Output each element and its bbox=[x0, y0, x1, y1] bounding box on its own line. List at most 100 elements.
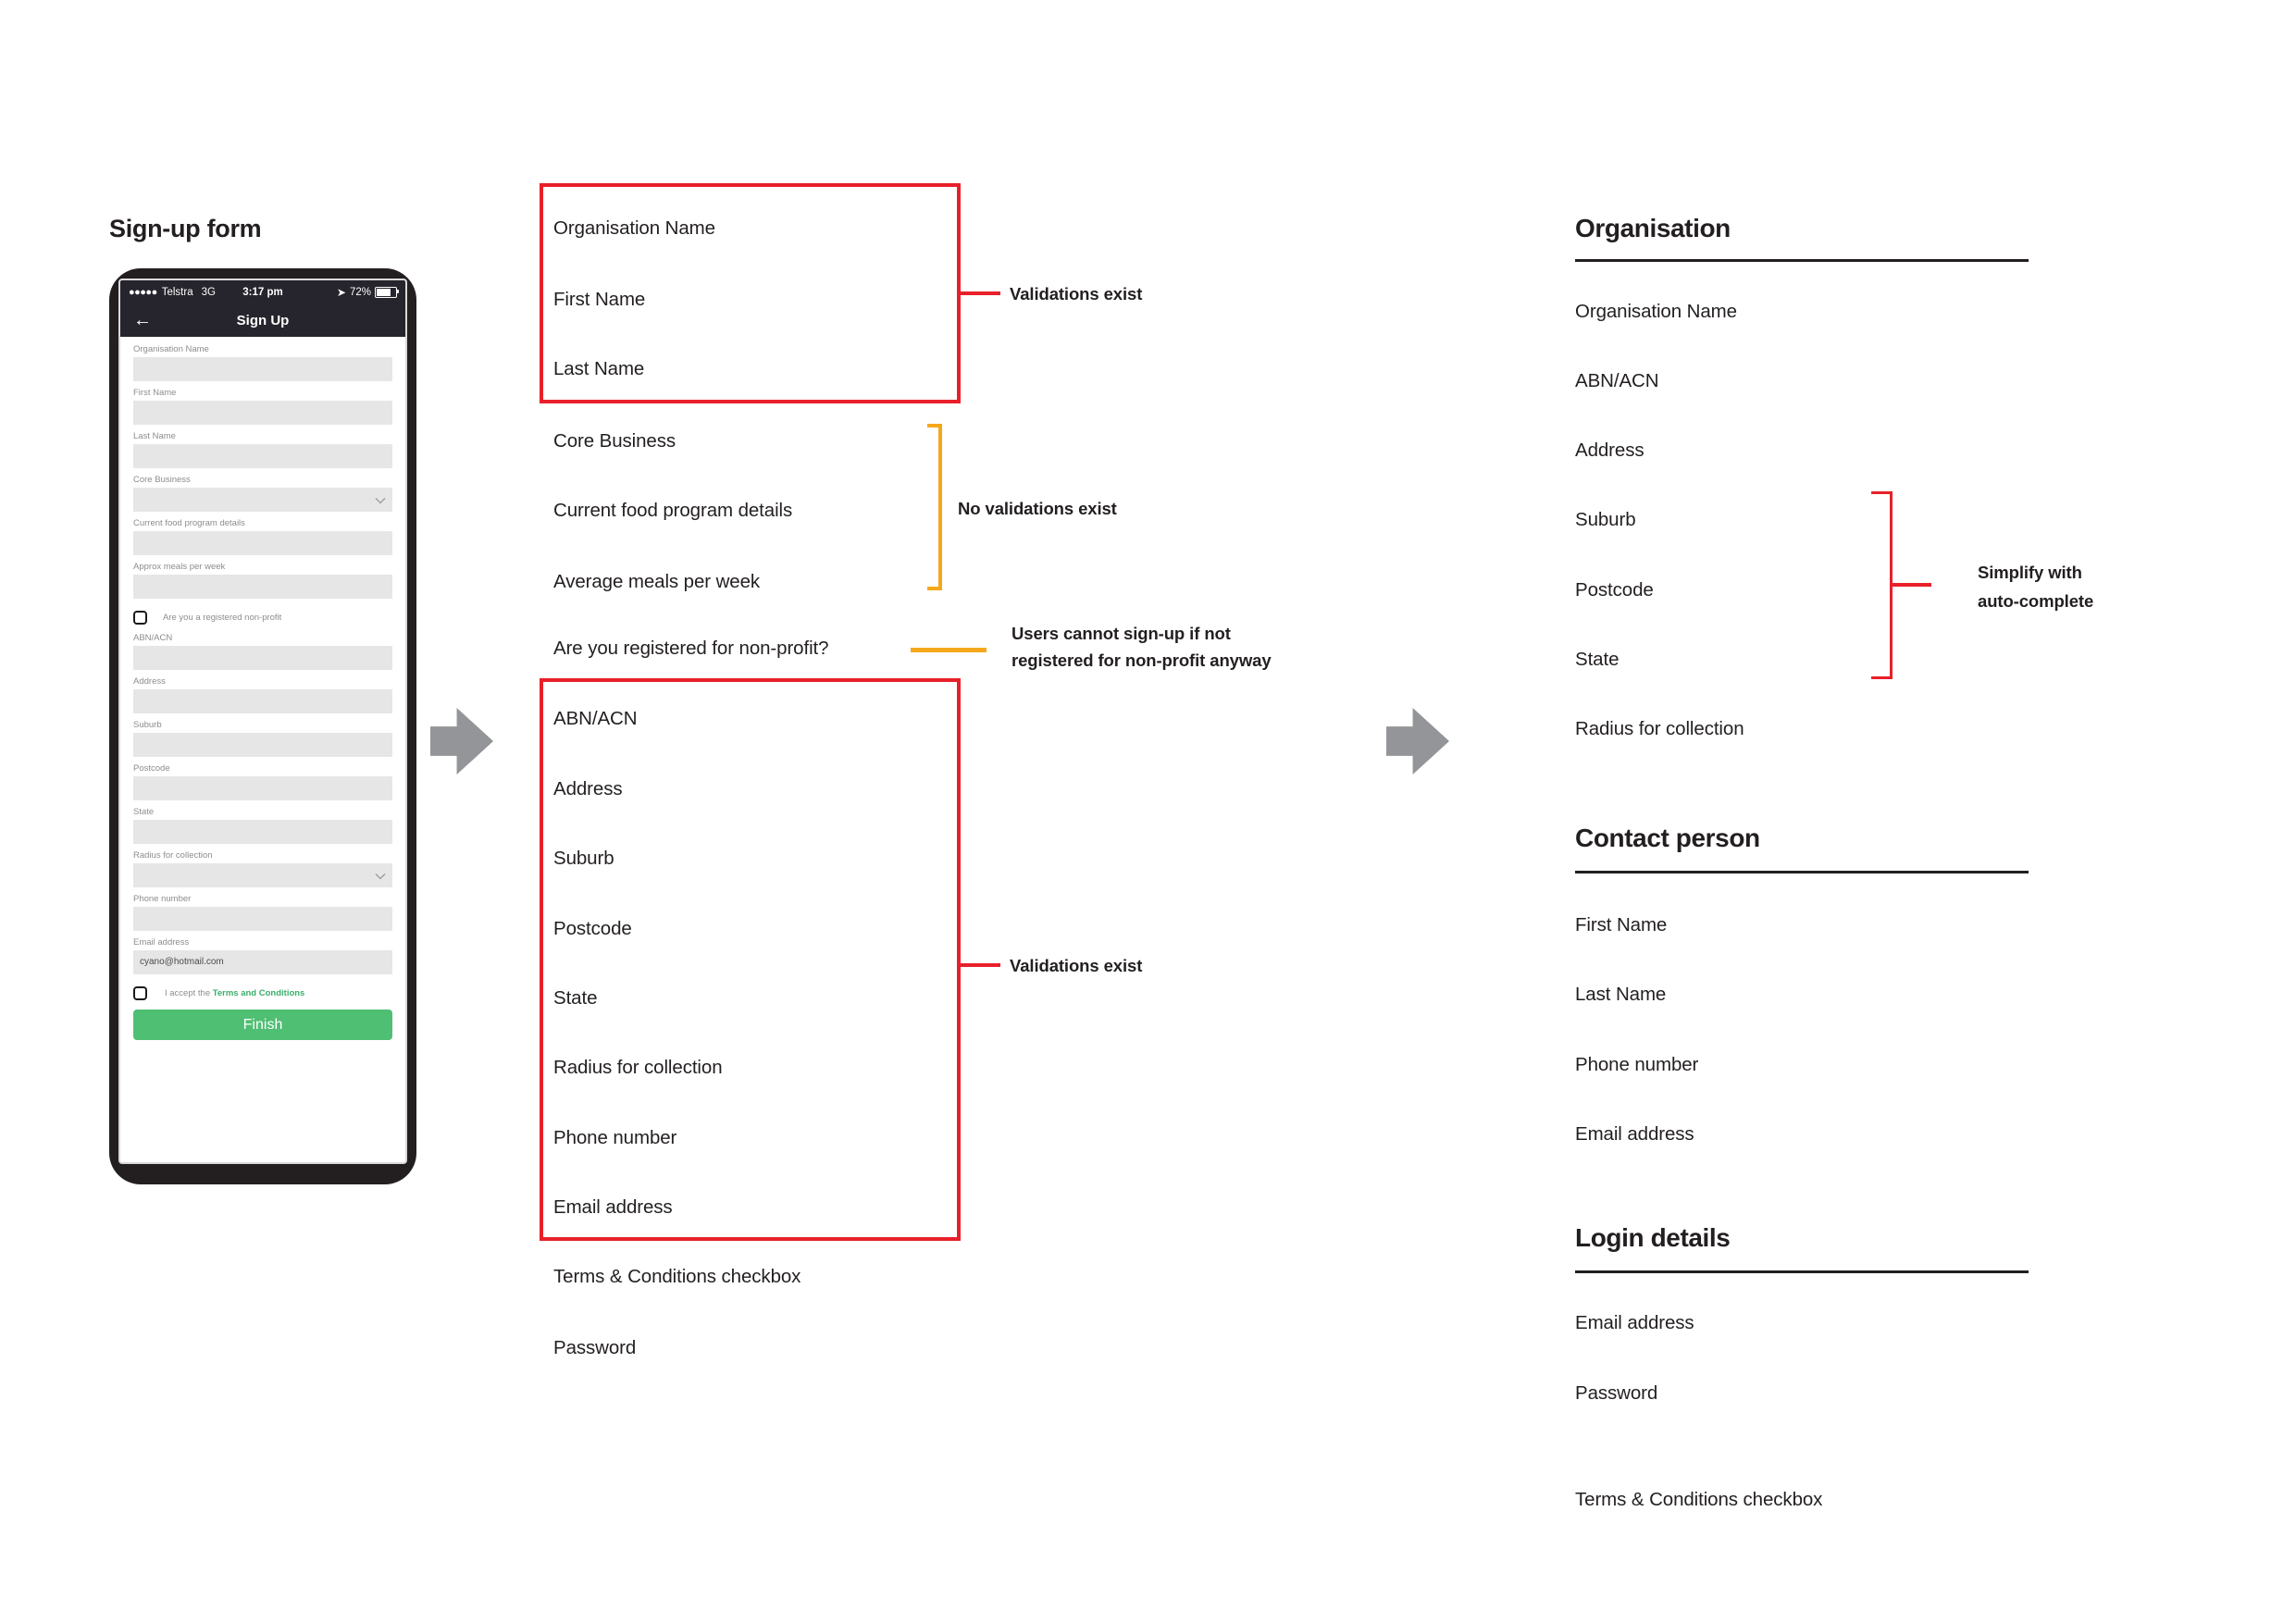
right-arrow-icon bbox=[1386, 708, 1449, 774]
back-arrow-icon[interactable]: ← bbox=[133, 311, 152, 329]
input-value bbox=[133, 646, 392, 652]
finish-button[interactable]: Finish bbox=[133, 1010, 392, 1040]
field-state[interactable]: State bbox=[133, 807, 392, 844]
text-input[interactable] bbox=[133, 646, 392, 670]
mid-item-email-address: Email address bbox=[553, 1196, 673, 1218]
mid-item-last-name: Last Name bbox=[553, 358, 645, 379]
input-value bbox=[133, 776, 392, 783]
input-value bbox=[133, 863, 392, 870]
section-heading-contact-person: Contact person bbox=[1575, 824, 1760, 852]
right-item-email-address: Email address bbox=[1575, 1123, 1694, 1145]
field-label: Current food program details bbox=[133, 518, 245, 528]
right-arrow-icon bbox=[430, 708, 493, 774]
signal-dots-icon: ●●●●● bbox=[129, 286, 157, 298]
right-item-organisation-name: Organisation Name bbox=[1575, 301, 1737, 322]
status-bar: ●●●●● Telstra 3G 3:17 pm ➤ 72% bbox=[120, 280, 405, 304]
input-value bbox=[133, 820, 392, 826]
field-suburb[interactable]: Suburb bbox=[133, 720, 392, 757]
text-input[interactable] bbox=[133, 531, 392, 555]
select-input[interactable] bbox=[133, 863, 392, 887]
field-current-food-program-details[interactable]: Current food program details bbox=[133, 518, 392, 555]
right-item-suburb: Suburb bbox=[1575, 509, 1636, 530]
text-input[interactable]: cyano@hotmail.com bbox=[133, 950, 392, 974]
field-label: Suburb bbox=[133, 720, 162, 730]
text-input[interactable] bbox=[133, 733, 392, 757]
field-first-name[interactable]: First Name bbox=[133, 388, 392, 425]
text-input[interactable] bbox=[133, 907, 392, 931]
field-email-address[interactable]: Email address cyano@hotmail.com bbox=[133, 937, 392, 974]
field-label: Postcode bbox=[133, 763, 170, 774]
validations-box-2 bbox=[540, 678, 961, 1241]
chevron-down-icon bbox=[375, 871, 386, 881]
input-value bbox=[133, 531, 392, 538]
phone-screen: ●●●●● Telstra 3G 3:17 pm ➤ 72% ← Sign Up… bbox=[118, 279, 407, 1164]
select-input[interactable] bbox=[133, 488, 392, 512]
field-label: Address bbox=[133, 676, 166, 687]
field-label: Organisation Name bbox=[133, 344, 209, 354]
mid-item-address: Address bbox=[553, 778, 623, 799]
text-input[interactable] bbox=[133, 357, 392, 381]
field-radius-for-collection[interactable]: Radius for collection bbox=[133, 850, 392, 887]
input-value bbox=[133, 733, 392, 739]
field-label: Last Name bbox=[133, 431, 176, 441]
field-address[interactable]: Address bbox=[133, 676, 392, 713]
input-value bbox=[133, 444, 392, 451]
mid-item-suburb: Suburb bbox=[553, 848, 614, 869]
input-value bbox=[133, 357, 392, 364]
section-heading-login-details: Login details bbox=[1575, 1223, 1731, 1252]
field-last-name[interactable]: Last Name bbox=[133, 431, 392, 468]
annotation-simplify-line-2: auto-complete bbox=[1978, 591, 2094, 611]
text-input[interactable] bbox=[133, 401, 392, 425]
input-value bbox=[133, 689, 392, 696]
connector-line-2 bbox=[961, 963, 1000, 967]
mid-item-current-food-program-details: Current food program details bbox=[553, 500, 793, 521]
network-label: 3G bbox=[201, 286, 216, 298]
annotation-validations-exist-1: Validations exist bbox=[1010, 284, 1143, 304]
annotation-non-profit-line-2: registered for non-profit anyway bbox=[1011, 650, 1272, 670]
field-organisation-name[interactable]: Organisation Name bbox=[133, 344, 392, 381]
field-phone-number[interactable]: Phone number bbox=[133, 894, 392, 931]
section-rule bbox=[1575, 1270, 2029, 1273]
annotation-non-profit-line-1: Users cannot sign-up if not bbox=[1011, 624, 1231, 643]
checkbox-label: Are you a registered non-profit bbox=[163, 613, 282, 623]
text-input[interactable] bbox=[133, 776, 392, 800]
terms-prefix: I accept the bbox=[165, 988, 213, 998]
annotation-validations-exist-2: Validations exist bbox=[1010, 956, 1143, 975]
carrier-label: Telstra bbox=[161, 286, 193, 298]
mid-item-postcode: Postcode bbox=[553, 918, 632, 939]
simplify-bracket bbox=[1871, 491, 1893, 679]
checkbox-icon[interactable] bbox=[133, 611, 147, 625]
field-label: ABN/ACN bbox=[133, 633, 173, 643]
checkbox-icon[interactable] bbox=[133, 986, 147, 1000]
right-item-radius-for-collection: Radius for collection bbox=[1575, 718, 1744, 739]
text-input[interactable] bbox=[133, 689, 392, 713]
status-right-group: ➤ 72% bbox=[337, 286, 400, 299]
mid-item-terms-conditions-checkbox: Terms & Conditions checkbox bbox=[553, 1266, 801, 1287]
right-item-first-name: First Name bbox=[1575, 914, 1668, 935]
field-approx-meals-per-week[interactable]: Approx meals per week bbox=[133, 562, 392, 599]
input-value bbox=[133, 488, 392, 494]
text-input[interactable] bbox=[133, 820, 392, 844]
nonprofit-checkbox-row[interactable]: Are you a registered non-profit bbox=[133, 611, 392, 625]
field-core-business[interactable]: Core Business bbox=[133, 475, 392, 512]
annotation-simplify-line-1: Simplify with bbox=[1978, 563, 2082, 582]
right-item-password: Password bbox=[1575, 1382, 1658, 1404]
terms-and-conditions-link[interactable]: Terms and Conditions bbox=[213, 988, 305, 998]
section-rule bbox=[1575, 871, 2029, 873]
phone-mockup: ●●●●● Telstra 3G 3:17 pm ➤ 72% ← Sign Up… bbox=[109, 268, 416, 1184]
nav-title: Sign Up bbox=[236, 312, 290, 328]
right-item-state: State bbox=[1575, 649, 1620, 670]
field-postcode[interactable]: Postcode bbox=[133, 763, 392, 800]
text-input[interactable] bbox=[133, 444, 392, 468]
field-abn-acn[interactable]: ABN/ACN bbox=[133, 633, 392, 670]
page-title: Sign-up form bbox=[109, 215, 262, 242]
input-value bbox=[133, 401, 392, 407]
right-item-abn-acn: ABN/ACN bbox=[1575, 370, 1659, 391]
text-input[interactable] bbox=[133, 575, 392, 599]
annotation-no-validations-exist: No validations exist bbox=[958, 499, 1117, 518]
mid-item-state: State bbox=[553, 987, 598, 1009]
terms-checkbox-row[interactable]: I accept the Terms and Conditions bbox=[133, 986, 392, 1000]
connector-line-1 bbox=[961, 291, 1000, 295]
section-heading-organisation: Organisation bbox=[1575, 214, 1731, 242]
field-label: Radius for collection bbox=[133, 850, 213, 861]
